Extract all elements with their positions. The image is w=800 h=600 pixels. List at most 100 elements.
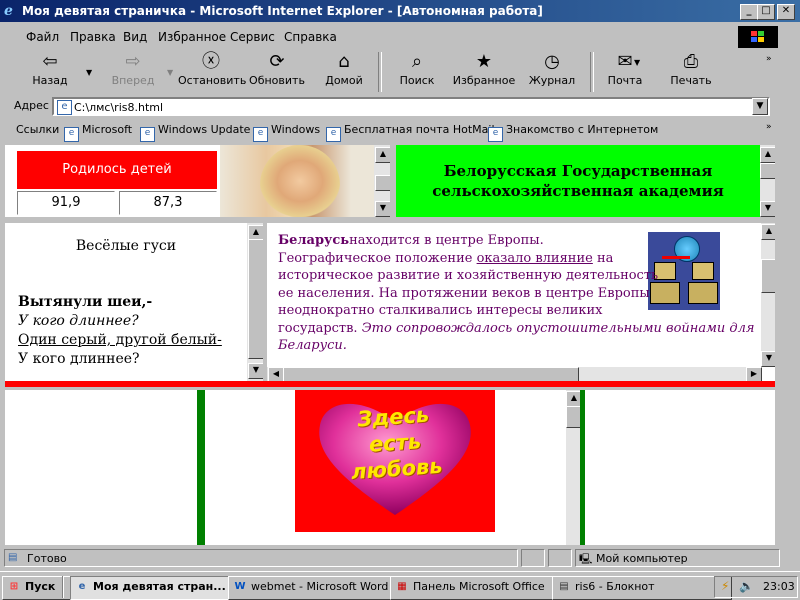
clock[interactable]: 23:03 [763, 580, 795, 593]
menu-help[interactable]: Справка [284, 30, 337, 44]
refresh-button[interactable]: ⟳ Обновить [247, 50, 307, 94]
task-office-panel[interactable]: ▦ Панель Microsoft Office [390, 576, 570, 600]
link-microsoft[interactable]: e Microsoft [64, 123, 132, 142]
menu-favorites[interactable]: Избранное [158, 30, 226, 44]
notepad-icon: ▤ [559, 581, 569, 592]
scroll-down-arrow-icon[interactable]: ▼ [761, 351, 775, 367]
poem-line-3: Один серый, другой белый- [18, 332, 222, 348]
favorites-button[interactable]: ★ Избранное [450, 50, 518, 94]
search-button[interactable]: ⌕ Поиск [392, 50, 442, 94]
back-button[interactable]: ⇦ Назад [20, 50, 80, 94]
forward-button[interactable]: ⇨ Вперед [98, 50, 168, 94]
task-ie-window[interactable]: e Моя девятая стран... [70, 576, 246, 600]
links-label: Ссылки [16, 123, 60, 136]
link-page-icon: e [326, 127, 341, 142]
scroll-up-arrow-icon[interactable]: ▲ [375, 147, 391, 163]
scroll-up-arrow-icon[interactable]: ▲ [761, 224, 775, 240]
scroll-thumb[interactable] [761, 259, 775, 293]
mail-button[interactable]: ✉ Почта [602, 50, 648, 94]
scroll-down-arrow-icon[interactable]: ▼ [375, 201, 391, 217]
link-web-tutorial[interactable]: e Знакомство с Интернетом [488, 123, 658, 142]
photo-frame [220, 145, 374, 217]
poem-line-2: У кого длиннее? [18, 313, 139, 329]
menu-file[interactable]: Файл [26, 30, 59, 44]
power-plug-icon[interactable]: ⚡ [721, 579, 729, 593]
minimize-button[interactable]: _ [740, 4, 758, 20]
toolbar-separator [378, 52, 382, 92]
page-status-icon: ▤ [8, 552, 18, 563]
office-icon: ▦ [397, 581, 407, 592]
toolbar-chevron-icon[interactable]: » [766, 54, 772, 64]
portrait-image [260, 145, 340, 217]
close-button[interactable]: ✕ [777, 4, 795, 20]
belarus-frame: Беларусьнаходится в центре Европы. Геогр… [267, 223, 761, 367]
belarus-frame-scrollbar[interactable]: ▲ ▼ [761, 223, 775, 367]
status-pane [521, 549, 545, 567]
address-value: C:\лмс\ris8.html [74, 101, 164, 114]
home-button[interactable]: ⌂ Домой [318, 50, 370, 94]
menu-bar: Файл Правка Вид Избранное Сервис Справка [0, 22, 800, 48]
menu-view[interactable]: Вид [123, 30, 147, 44]
scroll-down-arrow-icon[interactable]: ▼ [248, 363, 264, 379]
menu-tools[interactable]: Сервис [230, 30, 275, 44]
my-computer-icon: 🖳 [579, 554, 593, 565]
title-bar: e Моя девятая страничка - Microsoft Inte… [0, 0, 800, 22]
status-zone: 🖳 Мой компьютер [575, 549, 780, 567]
windows-logo-icon [738, 26, 778, 48]
task-word[interactable]: W webmet - Microsoft Word [228, 576, 408, 600]
taskbar-separator [62, 576, 64, 598]
home-icon: ⌂ [338, 51, 350, 72]
address-dropdown-button[interactable]: ▼ [752, 98, 768, 115]
history-button[interactable]: ◷ Журнал [526, 50, 578, 94]
scroll-thumb[interactable] [760, 163, 775, 179]
favorites-icon: ★ [475, 51, 493, 72]
love-frame-scrollbar[interactable]: ▲ [566, 390, 582, 545]
status-bar: ▤ Готово 🖳 Мой компьютер [0, 548, 800, 568]
scroll-thumb[interactable] [375, 175, 391, 191]
word-icon: W [234, 581, 246, 592]
photo-frame-scrollbar[interactable]: ▲ ▼ [374, 145, 391, 217]
links-chevron-icon[interactable]: » [766, 122, 772, 132]
printer-icon: ⎙ [683, 51, 699, 72]
poem-line-4: У кого длиннее? [18, 351, 140, 367]
menu-edit[interactable]: Правка [70, 30, 116, 44]
belarus-paragraph-cont: историческое развитие и хозяйственную де… [278, 268, 755, 353]
forward-arrow-icon: ⇨ [125, 51, 141, 72]
refresh-icon: ⟳ [269, 51, 285, 72]
scroll-down-arrow-icon[interactable]: ▼ [760, 201, 775, 217]
speaker-icon[interactable]: 🔈 [739, 579, 754, 593]
love-text: Здесь есть любовь [350, 402, 444, 485]
scroll-thumb[interactable] [248, 239, 264, 359]
influence-link[interactable]: оказало влияние [477, 251, 593, 266]
births-cell-2: 87,3 [119, 191, 217, 215]
link-windows[interactable]: e Windows [253, 123, 320, 142]
link-hotmail[interactable]: e Бесплатная почта HotMail [326, 123, 495, 142]
history-icon: ◷ [544, 51, 560, 72]
link-page-icon: e [140, 127, 155, 142]
forward-dropdown-icon[interactable]: ▼ [167, 68, 173, 77]
address-input[interactable]: e C:\лмс\ris8.html [52, 97, 770, 116]
bottom-right-frame [585, 390, 775, 545]
belarus-frame-hscrollbar[interactable]: ◀ ▶ [267, 367, 762, 383]
love-image: Здесь есть любовь [295, 390, 495, 532]
ie-icon: e [78, 581, 86, 592]
status-pane [548, 549, 572, 567]
link-page-icon: e [64, 127, 79, 142]
births-header: Родилось детей [17, 151, 217, 189]
maximize-button[interactable]: □ [757, 4, 775, 20]
mail-dropdown-icon[interactable]: ▼ [634, 58, 640, 67]
page-content: Родилось детей 91,9 87,3 ▲ ▼ Белорусская… [5, 145, 775, 545]
print-button[interactable]: ⎙ Печать [664, 50, 718, 94]
toolbar-separator [590, 52, 594, 92]
taskbar: ⊞ Пуск e Моя девятая стран... W webmet -… [0, 571, 800, 600]
academy-frame-scrollbar[interactable]: ▲ ▼ [760, 145, 775, 217]
back-dropdown-icon[interactable]: ▼ [86, 68, 92, 77]
window-scrollbar[interactable] [780, 145, 796, 545]
poem-frame-scrollbar[interactable]: ▲ ▼ [247, 223, 264, 381]
stop-icon: ⓧ [202, 51, 220, 72]
ie-icon[interactable]: e [4, 4, 19, 18]
link-windows-update[interactable]: e Windows Update [140, 123, 250, 142]
stop-button[interactable]: ⓧ Остановить [178, 50, 246, 94]
scroll-up-arrow-icon[interactable]: ▲ [760, 147, 775, 163]
task-notepad[interactable]: ▤ ris6 - Блокнот [552, 576, 732, 600]
